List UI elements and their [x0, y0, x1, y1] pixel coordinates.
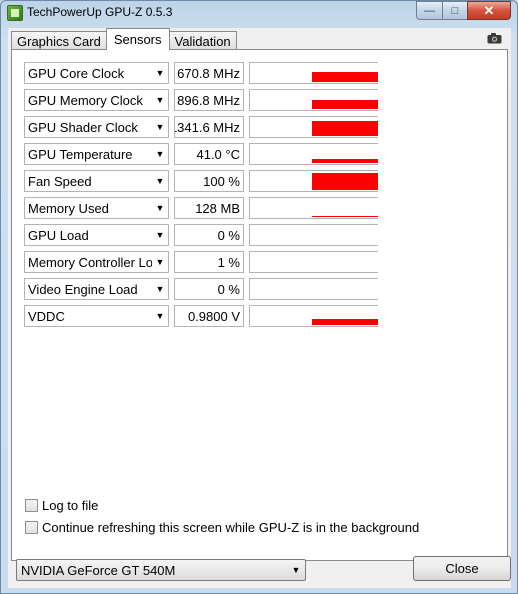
gpu-z-window: TechPowerUp GPU-Z 0.5.3 — □ ✕ Graphics C…: [0, 0, 518, 594]
chevron-down-icon: ▼: [155, 149, 165, 159]
maximize-button[interactable]: □: [442, 1, 467, 20]
sensor-graph: [249, 224, 378, 246]
sensor-value: 670.8 MHz: [174, 62, 244, 84]
sensor-graph: [249, 62, 378, 84]
sensor-name-dropdown[interactable]: GPU Core Clock ▼: [24, 62, 169, 84]
continue-refreshing-label: Continue refreshing this screen while GP…: [42, 519, 420, 535]
sensor-name-dropdown[interactable]: GPU Load ▼: [24, 224, 169, 246]
log-to-file-option[interactable]: Log to file: [25, 496, 98, 514]
camera-icon[interactable]: [487, 33, 502, 44]
sensor-name: Video Engine Load: [28, 281, 138, 297]
chevron-down-icon: ▼: [155, 311, 165, 321]
sensor-name-dropdown[interactable]: VDDC ▼: [24, 305, 169, 327]
gpu-z-app-icon[interactable]: [7, 5, 23, 21]
sensor-graph: [249, 305, 378, 327]
sensor-graph-bar: [312, 159, 378, 163]
chevron-down-icon: ▼: [155, 203, 165, 213]
sensor-graph: [249, 89, 378, 111]
sensor-graph: [249, 170, 378, 192]
window-title: TechPowerUp GPU-Z 0.5.3: [27, 5, 173, 19]
sensor-name-dropdown[interactable]: Fan Speed ▼: [24, 170, 169, 192]
chevron-down-icon: ▼: [155, 68, 165, 78]
gpu-select-dropdown[interactable]: NVIDIA GeForce GT 540M ▼: [16, 559, 306, 581]
sensor-name: GPU Load: [28, 227, 89, 243]
chevron-down-icon: ▼: [155, 257, 165, 267]
chevron-down-icon: ▼: [155, 95, 165, 105]
sensor-value: 1 %: [174, 251, 244, 273]
sensor-name: VDDC: [28, 308, 65, 324]
sensors-panel: GPU Core Clock ▼ 670.8 MHz GPU Memory Clock…: [11, 49, 508, 561]
sensor-graph-bar: [312, 216, 378, 217]
chevron-down-icon: ▼: [291, 565, 301, 575]
sensor-value: 128 MB: [174, 197, 244, 219]
sensor-graph-bar: [312, 100, 378, 109]
sensor-graph-bar: [312, 173, 378, 190]
close-window-button[interactable]: ✕: [467, 1, 511, 20]
chevron-down-icon: ▼: [155, 176, 165, 186]
sensor-name: GPU Memory Clock: [28, 92, 143, 108]
sensor-name: GPU Core Clock: [28, 65, 125, 81]
sensor-name-dropdown[interactable]: GPU Memory Clock ▼: [24, 89, 169, 111]
sensor-graph-bar: [312, 121, 378, 136]
title-bar[interactable]: TechPowerUp GPU-Z 0.5.3 — □ ✕: [1, 1, 517, 25]
tab-strip: Graphics Card Sensors Validation: [11, 28, 237, 50]
sensor-graph: [249, 143, 378, 165]
sensor-name: Memory Used: [28, 200, 109, 216]
sensor-graph-bar: [312, 319, 378, 325]
sensor-graph: [249, 278, 378, 300]
continue-refreshing-option[interactable]: Continue refreshing this screen while GP…: [25, 518, 419, 536]
tab-validation[interactable]: Validation: [168, 31, 237, 50]
chevron-down-icon: ▼: [155, 230, 165, 240]
sensor-name: GPU Temperature: [28, 146, 133, 162]
sensor-value: 100 %: [174, 170, 244, 192]
sensor-graph: [249, 197, 378, 219]
close-button[interactable]: Close: [413, 556, 511, 581]
sensor-name-dropdown[interactable]: Memory Controller Load▼: [24, 251, 169, 273]
sensor-value: 0 %: [174, 224, 244, 246]
log-to-file-checkbox[interactable]: [25, 498, 38, 512]
sensor-name-dropdown[interactable]: Video Engine Load ▼: [24, 278, 169, 300]
sensor-value: 1341.6 MHz: [174, 116, 244, 138]
minimize-button[interactable]: —: [416, 1, 442, 20]
sensor-name: Memory Controller Load: [28, 254, 152, 270]
sensor-graph: [249, 116, 378, 138]
gpu-select-value: NVIDIA GeForce GT 540M: [21, 562, 176, 578]
sensor-value: 0.9800 V: [174, 305, 244, 327]
continue-refreshing-checkbox[interactable]: [25, 520, 38, 534]
tab-sensors[interactable]: Sensors: [105, 28, 170, 50]
sensor-name-dropdown[interactable]: Memory Used ▼: [24, 197, 169, 219]
log-to-file-label: Log to file: [42, 497, 99, 513]
sensor-name-dropdown[interactable]: GPU Shader Clock ▼: [24, 116, 169, 138]
caption-buttons: — □ ✕: [416, 1, 511, 20]
sensor-value: 896.8 MHz: [174, 89, 244, 111]
client-area: Graphics Card Sensors Validation GPU Cor…: [8, 28, 511, 588]
sensor-graph: [249, 251, 378, 273]
chevron-down-icon: ▼: [155, 122, 165, 132]
sensor-name: GPU Shader Clock: [28, 119, 138, 135]
chevron-down-icon: ▼: [155, 284, 165, 294]
sensor-value: 0 %: [174, 278, 244, 300]
sensor-graph-bar: [312, 72, 378, 82]
sensor-name: Fan Speed: [28, 173, 92, 189]
sensor-value: 41.0 °C: [174, 143, 244, 165]
tab-graphics-card[interactable]: Graphics Card: [11, 31, 107, 50]
sensor-name-dropdown[interactable]: GPU Temperature ▼: [24, 143, 169, 165]
